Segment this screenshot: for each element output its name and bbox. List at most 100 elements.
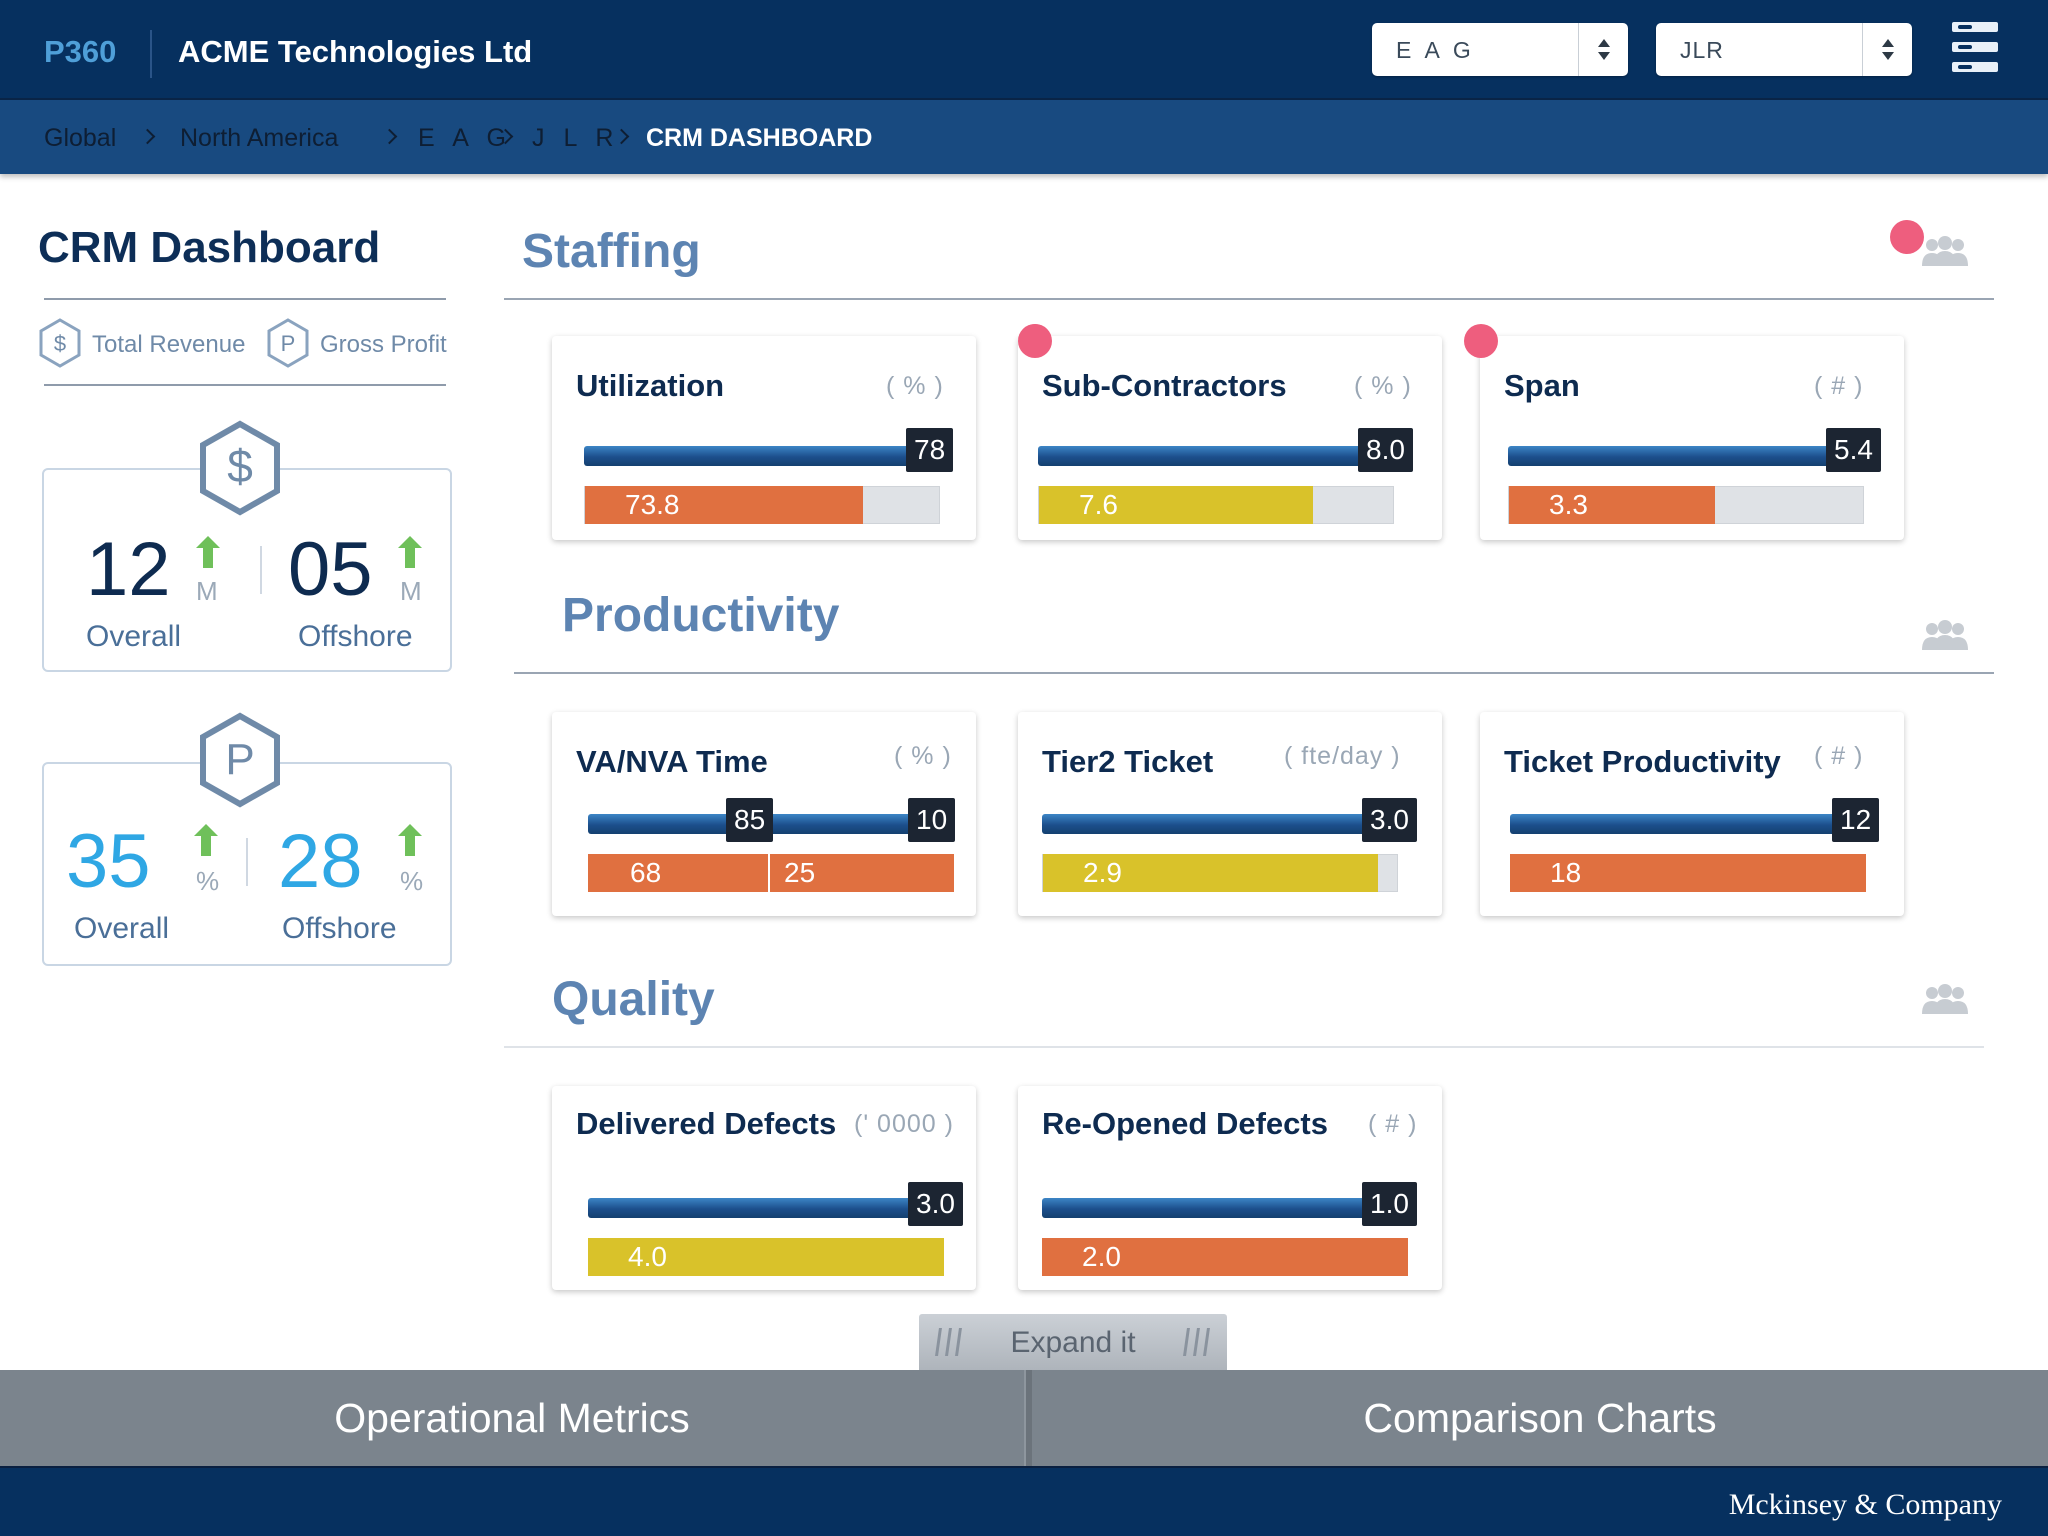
divider [768, 854, 770, 892]
menu-icon[interactable] [1952, 22, 1998, 72]
profit-offshore-label: Offshore [282, 912, 397, 945]
page-title: CRM Dashboard [38, 223, 381, 272]
metric-unit: ( % ) [894, 742, 952, 770]
metric-card-re-opened-defects[interactable]: Re-Opened Defects ( # ) 1.0 2.0 [1018, 1086, 1442, 1290]
target-bar [588, 1198, 922, 1218]
breadcrumb-eag[interactable]: E A G [418, 124, 512, 153]
actual-track: 7.6 [1038, 486, 1394, 524]
tab-operational-metrics[interactable]: Operational Metrics [0, 1370, 1024, 1466]
actual-value: 3.3 [1549, 489, 1588, 520]
metric-title: Ticket Productivity [1504, 744, 1781, 779]
team-icon[interactable] [1920, 982, 1970, 1016]
select-arrows-icon [1862, 23, 1912, 76]
profit-overall-value: 35 [66, 819, 151, 904]
group-select-value: E A G [1396, 37, 1475, 63]
actual-bar [1509, 486, 1715, 524]
revenue-overall-value: 12 [86, 527, 171, 612]
top-bar: P360 ACME Technologies Ltd E A G JLR [0, 0, 2048, 100]
app-logo[interactable]: P360 [44, 34, 116, 70]
alert-dot[interactable] [1018, 324, 1052, 358]
alert-dot[interactable] [1464, 324, 1498, 358]
metric-title: Sub-Contractors [1042, 368, 1287, 403]
revenue-overall-label: Overall [86, 620, 182, 653]
metric-card-tier2-ticket[interactable]: Tier2 Ticket ( fte/day ) 3.0 2.9 [1018, 712, 1442, 916]
target-value-tag-va: 85 [726, 798, 774, 842]
actual-value: 2.0 [1082, 1241, 1121, 1272]
actual-value: 4.0 [628, 1241, 667, 1272]
divider [246, 838, 248, 886]
divider [514, 672, 1994, 674]
metric-card-utilization[interactable]: Utilization ( % ) 78 73.8 [552, 336, 976, 540]
target-bar [1038, 446, 1368, 466]
metric-card-ticket-productivity[interactable]: Ticket Productivity ( # ) 12 18 [1480, 712, 1904, 916]
profit-symbol: P [281, 331, 296, 356]
metric-unit: ( # ) [1814, 742, 1864, 770]
select-arrows-icon [1578, 23, 1628, 76]
trend-up-icon [196, 536, 220, 568]
metric-card-delivered-defects[interactable]: Delivered Defects (' 0000 ) 3.0 4.0 [552, 1086, 976, 1290]
metric-unit: (' 0000 ) [854, 1110, 954, 1138]
group-select[interactable]: E A G [1372, 23, 1628, 76]
actual-value: 7.6 [1079, 489, 1118, 520]
breadcrumb: Global North America E A G J L R CRM DAS… [0, 100, 2048, 174]
profit-overall-label: Overall [74, 912, 170, 945]
alert-dot[interactable] [1890, 220, 1924, 254]
metric-card-span[interactable]: Span ( # ) 5.4 3.3 [1480, 336, 1904, 540]
target-value-tag: 3.0 [908, 1182, 963, 1226]
metric-title: Tier2 Ticket [1042, 744, 1214, 779]
actual-value-nva: 25 [784, 857, 816, 888]
footer: Mckinsey & Company [0, 1466, 2048, 1536]
target-value-tag: 5.4 [1826, 428, 1881, 472]
tab-comparison-charts[interactable]: Comparison Charts [1032, 1370, 2048, 1466]
target-bar [1042, 1198, 1374, 1218]
section-title-quality: Quality [552, 973, 715, 1026]
team-icon[interactable] [1920, 234, 1970, 268]
metric-title: Delivered Defects [576, 1106, 837, 1141]
target-value-tag: 1.0 [1362, 1182, 1417, 1226]
expand-button[interactable]: Expand it [919, 1314, 1227, 1370]
expand-label: Expand it [1010, 1326, 1136, 1359]
revenue-symbol: $ [54, 331, 66, 356]
metric-card-sub-contractors[interactable]: Sub-Contractors ( % ) 8.0 7.6 [1018, 336, 1442, 540]
metric-card-va-nva-time[interactable]: VA/NVA Time ( % ) 85 10 68 25 [552, 712, 976, 916]
breadcrumb-current: CRM DASHBOARD [646, 124, 873, 152]
dollar-hex-icon: $ [200, 420, 280, 516]
section-title-productivity: Productivity [562, 589, 840, 642]
metric-unit: ( # ) [1814, 372, 1864, 400]
revenue-offshore-unit: M [400, 576, 422, 606]
target-value-tag: 3.0 [1362, 798, 1417, 842]
target-value-tag: 12 [1832, 798, 1880, 842]
target-bar [1042, 814, 1374, 834]
trend-up-icon [398, 824, 422, 856]
metric-unit: ( fte/day ) [1284, 742, 1401, 770]
breadcrumb-jlr[interactable]: J L R [532, 124, 619, 153]
breadcrumb-global[interactable]: Global [44, 124, 116, 153]
target-bar [584, 446, 914, 466]
metric-unit: ( # ) [1368, 1110, 1418, 1138]
actual-track: 18 [1510, 854, 1866, 892]
revenue-overall-unit: M [196, 576, 218, 606]
metric-title: Utilization [576, 368, 725, 403]
footer-brand: Mckinsey & Company [1728, 1488, 2002, 1521]
actual-value: 2.9 [1083, 857, 1122, 888]
actual-track: 3.3 [1508, 486, 1864, 524]
metric-unit: ( % ) [886, 372, 944, 400]
profit-symbol: P [225, 735, 254, 784]
revenue-offshore-label: Offshore [298, 620, 413, 653]
profit-offshore-value: 28 [278, 819, 363, 904]
profit-overall-unit: % [196, 866, 220, 896]
company-name: ACME Technologies Ltd [178, 34, 533, 69]
target-value-tag: 78 [906, 428, 954, 472]
target-bar [1510, 814, 1850, 834]
team-icon[interactable] [1920, 618, 1970, 652]
revenue-offshore-value: 05 [288, 527, 373, 612]
target-bar [1508, 446, 1842, 466]
account-select[interactable]: JLR [1656, 23, 1912, 76]
breadcrumb-north-america[interactable]: North America [180, 124, 338, 153]
profit-hex-icon: P [267, 318, 309, 368]
target-value-tag-nva: 10 [908, 798, 956, 842]
chevron-right-icon [139, 128, 156, 145]
header-divider [150, 30, 152, 78]
profit-hex-icon: P [200, 712, 280, 808]
legend-total-revenue: Total Revenue [92, 331, 246, 358]
